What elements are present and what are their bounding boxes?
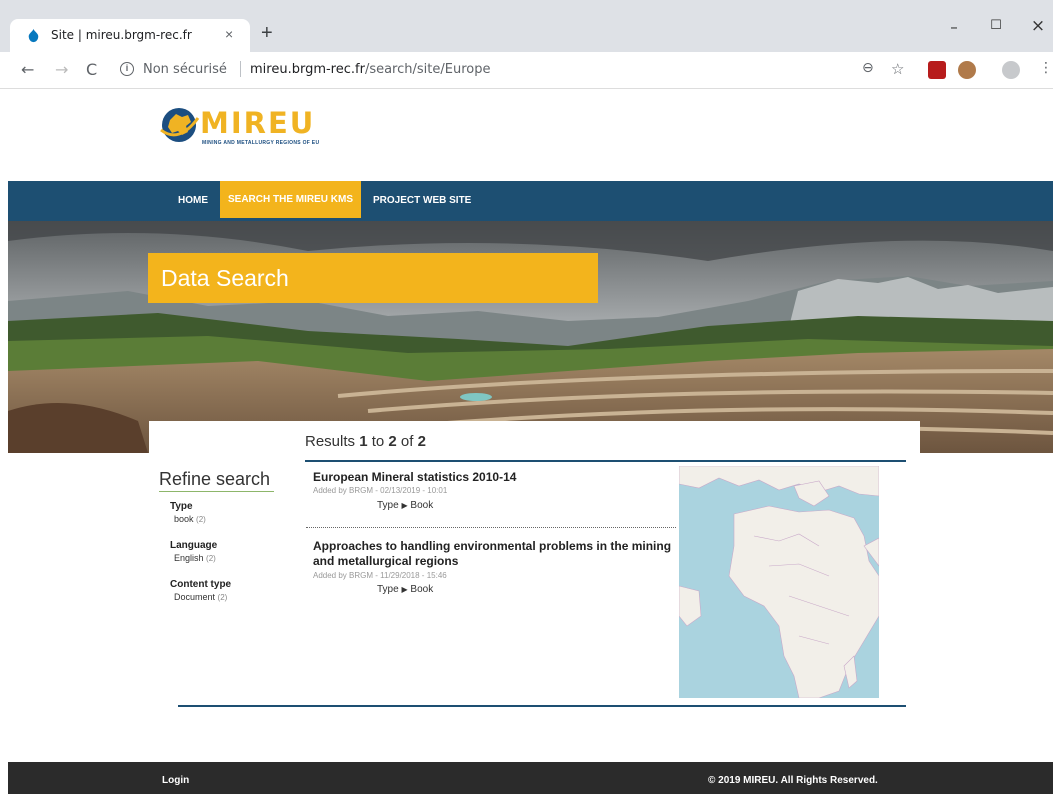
drupal-favicon-icon — [28, 28, 39, 43]
refine-divider — [159, 491, 274, 492]
address-bar[interactable]: i Non sécurisé mireu.brgm-rec.fr/search/… — [108, 56, 908, 84]
star-icon[interactable]: ☆ — [891, 60, 904, 78]
facet-count: (2) — [217, 593, 228, 602]
result-meta: Added by BRGM - 11/29/2018 - 15:46 — [313, 571, 447, 580]
facet-value: English — [174, 553, 204, 563]
logo-text: MIREU — [200, 106, 316, 140]
facet-content-type-title: Content type — [170, 579, 232, 590]
caret-right-icon: ▶ — [401, 501, 408, 510]
result-meta: Added by BRGM - 02/13/2019 - 10:01 — [313, 486, 448, 495]
zoom-icon[interactable]: ⊖ — [862, 60, 874, 76]
browser-toolbar: ← → C i Non sécurisé mireu.brgm-rec.fr/s… — [0, 52, 1053, 89]
address-separator — [240, 61, 241, 77]
results-summary: Results 1 to 2 of 2 — [305, 433, 426, 450]
pdf-extension-icon[interactable] — [928, 61, 946, 79]
tab-title: Site | mireu.brgm-rec.fr — [51, 28, 192, 42]
results-total: 2 — [417, 433, 426, 450]
facet-value: Document — [174, 592, 216, 602]
cookie-extension-icon[interactable] — [958, 61, 976, 79]
hero-banner: Data Search — [8, 221, 1053, 453]
europe-globe-icon — [160, 108, 200, 142]
new-tab-button[interactable]: + — [261, 23, 273, 43]
result-title-link[interactable]: Approaches to handling environmental pro… — [313, 539, 673, 569]
minimize-button[interactable]: – — [934, 18, 974, 36]
results-from: 1 — [359, 433, 368, 450]
forward-icon[interactable]: → — [55, 60, 68, 79]
copyright-text: © 2019 MIREU. All Rights Reserved. — [708, 775, 878, 786]
nav-home[interactable]: HOME — [170, 181, 216, 221]
browser-tabstrip: Site | mireu.brgm-rec.fr × + – ☐ × — [0, 0, 1053, 52]
browser-tab[interactable]: Site | mireu.brgm-rec.fr × — [10, 19, 250, 52]
facet-type-title: Type — [170, 501, 193, 512]
facet-count: (2) — [196, 515, 206, 524]
results-of-word: of — [396, 433, 418, 450]
hero-title: Data Search — [148, 253, 598, 303]
content-bottom-divider — [178, 705, 906, 707]
url-text[interactable]: mireu.brgm-rec.fr/search/site/Europe — [250, 62, 490, 77]
login-link[interactable]: Login — [162, 775, 189, 786]
europe-africa-map-image — [679, 466, 879, 698]
result-separator — [306, 527, 676, 528]
result-type-value: Book — [410, 500, 434, 511]
result-type-label: Type — [377, 584, 399, 595]
facet-language-link[interactable]: English (2) — [174, 553, 216, 563]
logo-subtitle: MINING AND METALLURGY REGIONS OF EU — [202, 140, 320, 146]
facet-language-title: Language — [170, 540, 218, 551]
security-label: Non sécurisé — [143, 62, 227, 77]
menu-icon[interactable]: ⋮ — [1039, 60, 1053, 76]
result-type-label: Type — [377, 500, 399, 511]
facet-value: book — [174, 514, 194, 524]
result-title-link[interactable]: European Mineral statistics 2010-14 — [313, 470, 673, 485]
results-prefix: Results — [305, 433, 360, 450]
facet-count: (2) — [206, 554, 216, 563]
result-type: Type ▶ Book — [377, 500, 433, 511]
close-window-button[interactable]: × — [1018, 16, 1053, 36]
refine-search-title: Refine search — [159, 469, 271, 489]
site-footer: Login © 2019 MIREU. All Rights Reserved. — [8, 762, 1053, 794]
maximize-button[interactable]: ☐ — [976, 18, 1016, 33]
profile-icon[interactable] — [1002, 61, 1020, 79]
facet-type-link[interactable]: book (2) — [174, 514, 206, 524]
main-navbar: HOME SEARCH THE MIREU KMS PROJECT WEB SI… — [8, 181, 1053, 221]
results-divider — [305, 460, 906, 462]
results-to-word: to — [367, 433, 389, 450]
back-icon[interactable]: ← — [21, 60, 34, 79]
nav-search-kms[interactable]: SEARCH THE MIREU KMS — [220, 181, 362, 218]
facet-content-type-link[interactable]: Document (2) — [174, 592, 227, 602]
tab-close-icon[interactable]: × — [225, 26, 233, 42]
results-to: 2 — [388, 433, 397, 450]
reload-icon[interactable]: C — [86, 60, 97, 79]
mireu-logo[interactable]: MIREU MINING AND METALLURGY REGIONS OF E… — [158, 104, 328, 149]
web-page: MIREU MINING AND METALLURGY REGIONS OF E… — [8, 89, 1053, 794]
url-host: mireu.brgm-rec.fr — [250, 62, 365, 77]
result-type-value: Book — [410, 584, 434, 595]
results-map[interactable] — [679, 466, 879, 698]
info-icon[interactable]: i — [120, 62, 134, 76]
caret-right-icon: ▶ — [401, 585, 408, 594]
result-type: Type ▶ Book — [377, 584, 433, 595]
url-path: /search/site/Europe — [364, 62, 491, 77]
nav-project-web-site[interactable]: PROJECT WEB SITE — [365, 181, 479, 221]
search-content: Results 1 to 2 of 2 Refine search Type b… — [149, 421, 920, 794]
